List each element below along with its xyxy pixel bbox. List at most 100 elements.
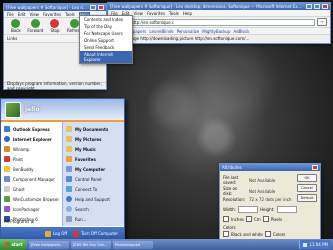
place-label: Help and Support <box>75 196 110 202</box>
program-outlook[interactable]: Outlook Express <box>1 124 62 134</box>
place-pictures[interactable]: My Pictures <box>63 134 124 144</box>
task-button-eds[interactable]: [EDS Wri Any Con... <box>71 240 111 249</box>
back-button[interactable]: Back <box>7 19 25 33</box>
task-button-photoshop[interactable]: Photoshopped <box>113 240 153 249</box>
menu-tools[interactable]: Tools <box>169 11 179 16</box>
menu-tools[interactable]: Tools <box>65 12 75 17</box>
info-value: 72 x 72 dots per inch <box>249 197 292 202</box>
front-window-titlebar[interactable]: [Free wallpapers # Softonique] - Leo des… <box>4 4 106 11</box>
windows-flag-icon <box>4 242 10 247</box>
program-label: BenBuddy <box>13 166 34 172</box>
link-leoneblinds[interactable]: LeoneBlinds <box>149 29 173 34</box>
width-input[interactable] <box>237 206 258 213</box>
link-adblock[interactable]: AdBlock <box>233 29 249 34</box>
program-iconpackager[interactable]: IconPackager <box>1 204 62 214</box>
dialog-title: Attributes <box>222 165 242 170</box>
back-address-bar: Address http://en.softonique.c → <box>108 17 330 28</box>
close-button[interactable] <box>98 5 104 10</box>
help-menu-feedback[interactable]: Send Feedback <box>80 44 132 51</box>
place-label: My Music <box>75 146 96 152</box>
link-personalize[interactable]: Personalize <box>177 29 200 34</box>
bw-radio[interactable] <box>223 231 229 237</box>
ok-button[interactable]: OK <box>297 174 317 182</box>
cm-label: Cm <box>254 216 261 222</box>
all-programs-button[interactable]: All Programs ▶ <box>4 219 34 224</box>
dialog-titlebar[interactable]: Attributes <box>220 164 320 171</box>
program-wincustomize[interactable]: WinCustomize Browser <box>1 194 62 204</box>
pictures-icon <box>66 136 72 142</box>
turnoff-button[interactable]: Turn Off Computer <box>73 230 118 237</box>
minimize-button[interactable] <box>90 5 96 10</box>
menu-view[interactable]: View <box>133 11 143 16</box>
close-button[interactable] <box>312 165 318 170</box>
help-menu-about[interactable]: About Internet Explorer <box>80 51 132 63</box>
height-input[interactable] <box>276 206 297 213</box>
colors-radio[interactable] <box>264 231 271 237</box>
help-menu-tip[interactable]: Tip of the Day <box>80 23 132 30</box>
menu-help[interactable]: Help <box>183 11 192 16</box>
pixels-radio[interactable] <box>262 216 269 222</box>
computer-icon <box>66 166 72 172</box>
place-run[interactable]: Run... <box>63 214 124 224</box>
place-music[interactable]: My Music <box>63 144 124 154</box>
back-window-titlebar[interactable]: [Free wallpapers # Softonique] - Leo des… <box>108 3 330 10</box>
refresh-icon <box>70 19 80 28</box>
place-search[interactable]: Search <box>63 204 124 214</box>
place-favorites[interactable]: Favorites <box>63 154 124 164</box>
buddy-icon <box>4 166 10 172</box>
maximize-button[interactable] <box>314 4 320 9</box>
menu-file[interactable]: File <box>7 12 14 17</box>
browser-window-back[interactable]: [Free wallpapers # Softonique] - Leo des… <box>107 2 331 44</box>
program-ghost[interactable]: Ghost <box>1 184 62 194</box>
clock: 11:04 PM <box>309 242 328 247</box>
help-menu-contents[interactable]: Contents and Index <box>80 16 132 23</box>
program-label: Internet Explorer <box>13 136 52 142</box>
search-icon <box>66 206 72 212</box>
program-ie[interactable]: Internet Explorer <box>1 134 62 144</box>
logoff-label: Log Off <box>52 231 68 236</box>
place-help[interactable]: Help and Support <box>63 194 124 204</box>
stop-button[interactable]: Stop <box>46 19 64 33</box>
menu-favorites[interactable]: Favorites <box>43 12 61 17</box>
place-documents[interactable]: My Documents <box>63 124 124 134</box>
start-button[interactable]: start <box>0 239 27 250</box>
controlpanel-icon <box>66 176 72 182</box>
go-button[interactable]: → <box>317 18 327 26</box>
place-label: Connect To <box>75 186 98 192</box>
program-benbuddy[interactable]: BenBuddy <box>1 164 62 174</box>
cm-radio[interactable] <box>246 216 252 222</box>
minimize-button[interactable] <box>306 4 312 9</box>
dialog-size-row: Width: Height: <box>223 206 317 213</box>
inches-radio[interactable] <box>223 216 229 222</box>
place-computer[interactable]: My Computer <box>63 164 124 174</box>
volume-icon[interactable] <box>303 242 308 247</box>
place-connect[interactable]: Connect To <box>63 184 124 194</box>
program-paint[interactable]: Paint <box>1 154 62 164</box>
program-winamp[interactable]: Winamp <box>1 144 62 154</box>
dialog-buttons: OK Cancel Default <box>297 174 317 202</box>
all-programs-label: All Programs <box>4 219 30 224</box>
power-icon <box>73 230 80 237</box>
task-button-browser[interactable]: [Free wallpapers... <box>29 240 69 249</box>
menu-favorites[interactable]: Favorites <box>147 11 165 16</box>
close-button[interactable] <box>322 4 328 9</box>
link-mightybackup[interactable]: MightyBackup <box>202 29 230 34</box>
menu-edit[interactable]: Edit <box>18 12 26 17</box>
default-button[interactable]: Default <box>297 194 317 202</box>
logoff-button[interactable]: Log Off <box>44 230 68 237</box>
forward-label: Forward <box>27 28 44 33</box>
width-label: Width: <box>223 207 236 212</box>
place-controlpanel[interactable]: Control Panel <box>63 174 124 184</box>
place-label: Control Panel <box>75 176 102 182</box>
help-menu-netscape[interactable]: For Netscape Users <box>80 30 132 37</box>
address-input[interactable]: http://en.softonique.c <box>128 18 315 26</box>
cancel-button[interactable]: Cancel <box>297 184 317 192</box>
turnoff-label: Turn Off Computer <box>81 231 118 236</box>
menu-view[interactable]: View <box>29 12 39 17</box>
help-menu-support[interactable]: Online Support <box>80 37 132 44</box>
forward-button[interactable]: Forward <box>27 19 45 33</box>
program-component[interactable]: Component Manager <box>1 174 62 184</box>
browser-icon <box>4 196 10 202</box>
back-arrow-icon <box>11 19 21 28</box>
program-label: Component Manager <box>13 176 56 182</box>
